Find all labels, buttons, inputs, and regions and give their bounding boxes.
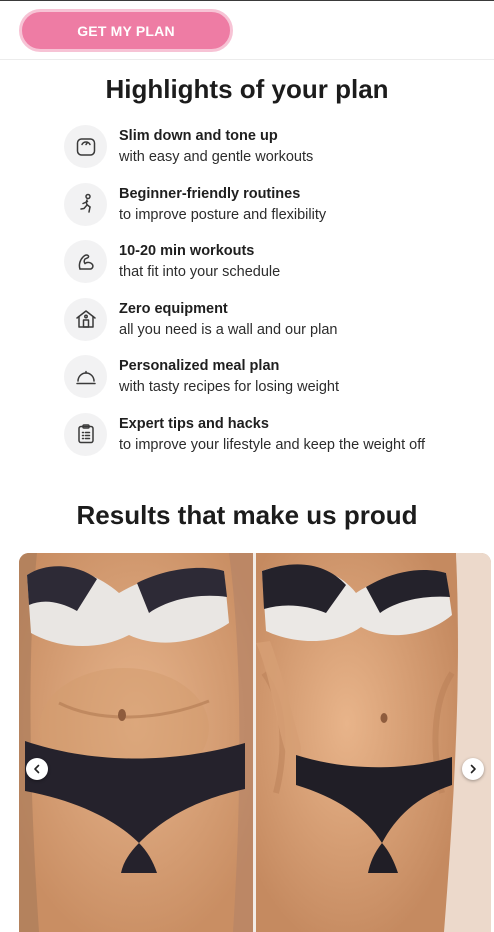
highlight-title: Expert tips and hacks <box>119 415 269 432</box>
highlight-subtitle: all you need is a wall and our plan <box>119 321 338 338</box>
highlight-title: Personalized meal plan <box>119 358 280 375</box>
highlight-item-short-workouts: 10-20 min workouts that fit into your sc… <box>64 240 484 298</box>
clipboard-checklist-icon <box>64 412 107 456</box>
chevron-right-icon <box>470 764 476 774</box>
before-photo <box>19 553 253 932</box>
highlight-item-meal-plan: Personalized meal plan with tasty recipe… <box>64 355 484 413</box>
highlight-item-beginner-routines: Beginner-friendly routines to improve po… <box>64 182 484 241</box>
scale-icon <box>64 125 107 168</box>
highlight-title: Slim down and tone up <box>119 128 278 144</box>
results-title: Results that make us proud <box>76 500 418 530</box>
highlight-subtitle: that fit into your schedule <box>119 264 281 281</box>
stretching-person-icon <box>64 182 107 226</box>
highlights-list: Slim down and tone up with easy and gent… <box>64 125 484 471</box>
highlight-title: 10-20 min workouts <box>119 243 255 260</box>
carousel-prev-button[interactable] <box>26 758 48 780</box>
home-icon <box>64 297 107 341</box>
highlight-subtitle: to improve posture and flexibility <box>119 206 327 223</box>
after-photo <box>256 553 491 932</box>
carousel-next-button[interactable] <box>462 758 484 780</box>
highlight-subtitle: with tasty recipes for losing weight <box>119 379 340 396</box>
get-my-plan-button[interactable]: GET MY PLAN <box>19 9 233 52</box>
results-carousel[interactable] <box>19 553 491 932</box>
highlights-title: Highlights of your plan <box>105 74 389 104</box>
meal-cloche-icon <box>64 355 107 399</box>
highlight-item-slim-down: Slim down and tone up with easy and gent… <box>64 125 484 183</box>
highlight-title: Beginner-friendly routines <box>119 185 301 202</box>
sticky-header: GET MY PLAN <box>0 1 494 60</box>
highlight-subtitle: with easy and gentle workouts <box>119 149 314 165</box>
chevron-left-icon <box>34 764 40 774</box>
highlight-item-zero-equipment: Zero equipment all you need is a wall an… <box>64 297 484 356</box>
flexed-arm-icon <box>64 240 107 284</box>
highlight-item-expert-tips: Expert tips and hacks to improve your li… <box>64 412 484 471</box>
highlight-title: Zero equipment <box>119 300 228 317</box>
highlight-subtitle: to improve your lifestyle and keep the w… <box>119 436 426 453</box>
